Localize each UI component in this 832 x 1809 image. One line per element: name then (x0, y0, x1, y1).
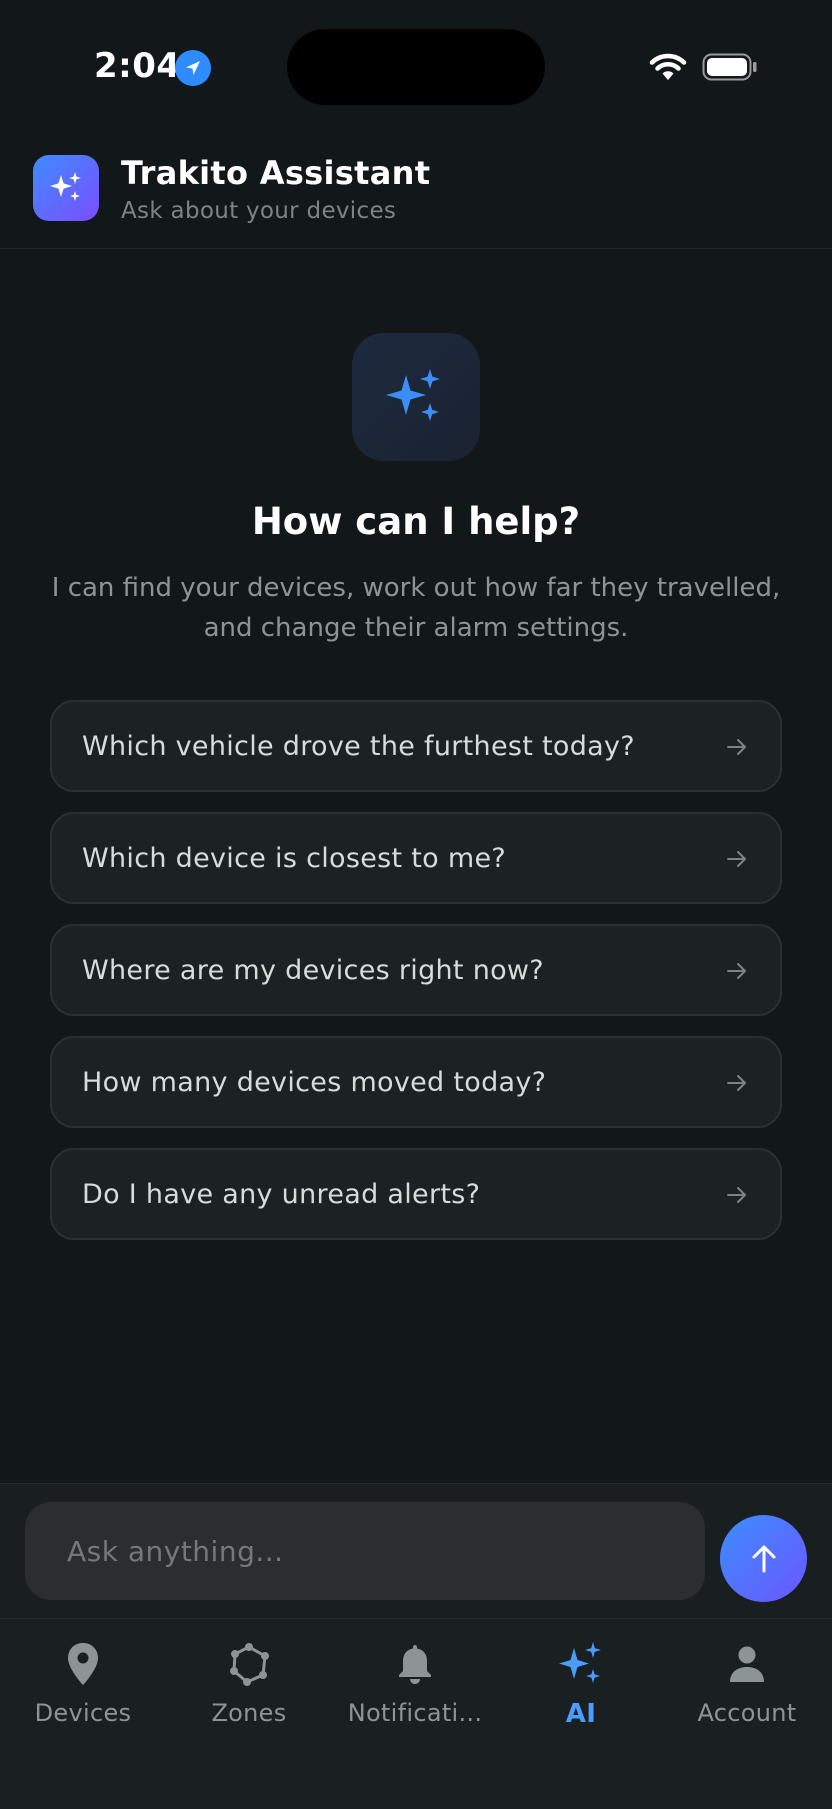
battery-icon (702, 53, 757, 81)
send-button[interactable] (720, 1515, 807, 1602)
tab-ai[interactable]: AI (498, 1619, 664, 1739)
status-time: 2:04 (94, 46, 181, 86)
hero-sparkles-icon (352, 333, 480, 461)
tab-label: Devices (34, 1699, 132, 1727)
sparkles-icon (556, 1639, 606, 1689)
zone-polygon-icon (224, 1639, 274, 1689)
header: Trakito Assistant Ask about your devices (0, 130, 832, 249)
chat-input[interactable] (25, 1502, 705, 1600)
suggestion-label: Do I have any unread alerts? (82, 1178, 481, 1210)
header-subtitle: Ask about your devices (121, 198, 397, 224)
tab-label: Account (697, 1699, 797, 1727)
composer (0, 1483, 832, 1618)
suggestion-button[interactable]: Which device is closest to me? (50, 812, 782, 904)
arrow-up-icon (752, 1545, 775, 1572)
suggestion-button[interactable]: Do I have any unread alerts? (50, 1148, 782, 1240)
suggestion-label: How many devices moved today? (82, 1066, 547, 1098)
arrow-right-icon (727, 963, 746, 979)
arrow-right-icon (727, 1187, 746, 1203)
suggestion-button[interactable]: Which vehicle drove the furthest today? (50, 700, 782, 792)
screen: 2:04 Trakito Assistant Ask about your de… (0, 0, 832, 1809)
dynamic-island (287, 29, 545, 105)
suggestion-list: Which vehicle drove the furthest today? … (50, 700, 782, 1260)
arrow-right-icon (727, 739, 746, 755)
tab-label: Zones (211, 1699, 287, 1727)
header-title: Trakito Assistant (121, 154, 431, 192)
suggestion-label: Where are my devices right now? (82, 954, 544, 986)
tab-bar: Devices Zones Notificati... AI Account (0, 1618, 832, 1809)
suggestion-button[interactable]: How many devices moved today? (50, 1036, 782, 1128)
person-icon (722, 1639, 772, 1689)
arrow-right-icon (727, 851, 746, 867)
suggestion-button[interactable]: Where are my devices right now? (50, 924, 782, 1016)
arrow-right-icon (727, 1075, 746, 1091)
app-logo-sparkles-icon (33, 155, 99, 221)
suggestion-label: Which device is closest to me? (82, 842, 506, 874)
hero-description: I can find your devices, work out how fa… (51, 573, 781, 643)
location-arrow-icon (175, 50, 211, 86)
suggestion-label: Which vehicle drove the furthest today? (82, 730, 635, 762)
tab-notifications[interactable]: Notificati... (332, 1619, 498, 1739)
map-pin-icon (58, 1639, 108, 1689)
tab-account[interactable]: Account (664, 1619, 830, 1739)
tab-label: AI (565, 1699, 597, 1729)
hero-title: How can I help? (251, 500, 581, 543)
tab-devices[interactable]: Devices (0, 1619, 166, 1739)
tab-zones[interactable]: Zones (166, 1619, 332, 1739)
wifi-icon (649, 53, 687, 80)
tab-label: Notificati... (347, 1699, 483, 1727)
bell-icon (390, 1639, 440, 1689)
status-bar: 2:04 (0, 0, 832, 120)
